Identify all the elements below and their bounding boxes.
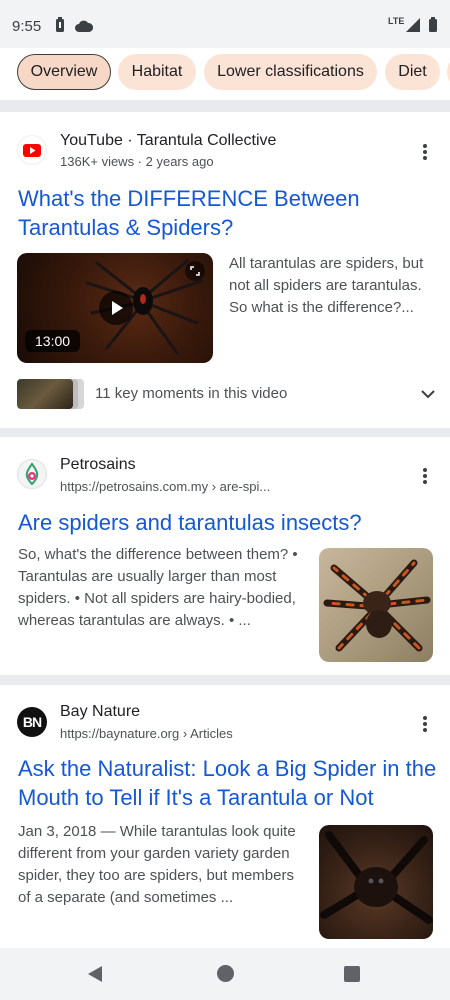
snippet-line: Tarantulas are usually larger than most: [18, 568, 277, 585]
chip-habitat[interactable]: Habitat: [118, 54, 196, 90]
play-button[interactable]: [99, 291, 133, 325]
result-snippet: All tarantulas are spiders, but not all …: [229, 253, 439, 319]
tarantula-image: [323, 559, 431, 652]
more-options-icon[interactable]: [416, 142, 434, 162]
result-title-line: Ask the Naturalist: Look a Big Spider in…: [18, 756, 437, 781]
chip-lower-classifications[interactable]: Lower classifications: [204, 54, 377, 90]
system-nav-bar: [0, 948, 450, 1000]
divider: [0, 428, 450, 437]
result-title[interactable]: Ask the Naturalist: Look a Big Spider in…: [18, 754, 443, 812]
chevron-down-icon[interactable]: [420, 387, 436, 405]
snippet-line: whereas tarantulas are always. • ...: [18, 612, 251, 629]
result-title-line: Tarantulas & Spiders?: [18, 215, 234, 240]
chip-overview[interactable]: Overview: [17, 54, 111, 90]
petrosains-logo-icon: [17, 459, 47, 489]
key-moments-label: 11 key moments in this video: [95, 385, 288, 402]
snippet-line: not all spiders are tarantulas.: [229, 277, 422, 294]
more-options-icon[interactable]: [416, 466, 434, 486]
snippet-line: spiders. • Not all spiders are hairy-bod…: [18, 590, 296, 607]
network-type: LTE: [388, 16, 405, 26]
result-snippet: Jan 3, 2018 — While tarantulas look quit…: [18, 821, 308, 909]
video-duration: 13:00: [25, 330, 81, 352]
home-icon[interactable]: [217, 965, 234, 982]
chip-diet[interactable]: Diet: [385, 54, 440, 90]
snippet-line: So what is the difference?...: [229, 299, 414, 316]
cloud-icon: [75, 19, 94, 37]
fullscreen-icon[interactable]: [185, 261, 205, 281]
result-title-line: Mouth to Tell if It's a Tarantula or Not: [18, 785, 374, 810]
tarantula-closeup-image: [320, 831, 433, 924]
divider: [0, 100, 450, 112]
key-moments-row[interactable]: 11 key moments in this video: [0, 377, 450, 413]
logo-text: BN: [22, 714, 42, 730]
snippet-line: different from your garden variety garde…: [18, 845, 290, 862]
result-card-petrosains: Petrosains https://petrosains.com.my › a…: [0, 437, 450, 675]
video-thumbnail[interactable]: 13:00: [17, 253, 213, 363]
result-thumbnail[interactable]: [319, 825, 433, 939]
filter-chips: Overview Habitat Lower classifications D…: [0, 48, 450, 98]
more-options-icon[interactable]: [416, 714, 434, 734]
result-title[interactable]: Are spiders and tarantulas insects?: [18, 508, 438, 537]
result-source: Bay Nature: [60, 703, 141, 720]
result-url[interactable]: https://petrosains.com.my › are-spi...: [60, 479, 270, 494]
result-thumbnail[interactable]: [319, 548, 433, 662]
signal-icon: [406, 18, 420, 37]
result-source: YouTube · Tarantula Collective: [60, 132, 277, 149]
snippet-line: spider, they too are spiders, but member…: [18, 867, 294, 884]
baynature-logo: BN: [17, 707, 47, 737]
battery-saver-icon: [55, 17, 65, 38]
snippet-line: of a separate (and sometimes ...: [18, 889, 234, 906]
result-card-youtube: YouTube · Tarantula Collective 136K+ vie…: [0, 112, 450, 428]
battery-icon: [428, 17, 438, 38]
snippet-line: Jan 3, 2018 — While tarantulas look quit…: [18, 823, 296, 840]
result-meta: 136K+ views · 2 years ago: [60, 154, 214, 169]
status-bar: 9:55 LTE: [0, 0, 450, 48]
recents-icon[interactable]: [344, 966, 360, 982]
result-card-baynature: BN Bay Nature https://baynature.org › Ar…: [0, 685, 450, 948]
result-title-line: What's the DIFFERENCE Between: [18, 186, 360, 211]
result-source: Petrosains: [60, 456, 136, 473]
youtube-icon: [17, 135, 47, 165]
back-icon[interactable]: [86, 965, 104, 988]
status-time: 9:55: [12, 18, 42, 35]
key-moments-thumbnail: [17, 379, 73, 409]
snippet-line: So, what's the difference between them? …: [18, 546, 298, 563]
divider: [0, 675, 450, 685]
result-title[interactable]: What's the DIFFERENCE Between Tarantulas…: [18, 184, 438, 242]
play-icon: [112, 301, 123, 315]
result-snippet: So, what's the difference between them? …: [18, 544, 308, 632]
snippet-line: All tarantulas are spiders, but: [229, 255, 424, 272]
result-url[interactable]: https://baynature.org › Articles: [60, 726, 233, 741]
